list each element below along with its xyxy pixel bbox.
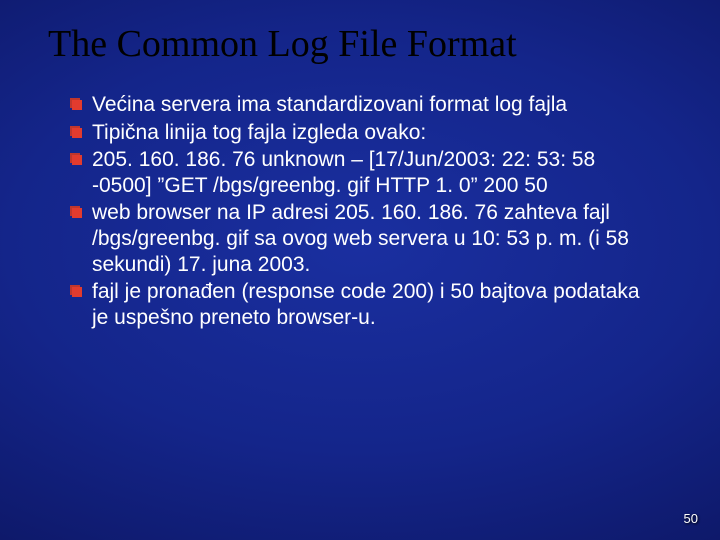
page-number: 50 — [684, 511, 698, 526]
bullet-icon — [70, 98, 82, 110]
bullet-icon — [70, 206, 82, 218]
bullet-icon — [70, 285, 82, 297]
list-item: fajl je pronađen (response code 200) i 5… — [70, 279, 660, 330]
list-item-text: fajl je pronađen (response code 200) i 5… — [92, 279, 660, 330]
slide: The Common Log File Format Većina server… — [0, 0, 720, 540]
list-item-text: Većina servera ima standardizovani forma… — [92, 92, 660, 118]
slide-content: Većina servera ima standardizovani forma… — [0, 74, 720, 330]
bullet-icon — [70, 153, 82, 165]
list-item-text: web browser na IP adresi 205. 160. 186. … — [92, 200, 660, 277]
slide-title: The Common Log File Format — [0, 0, 720, 74]
list-item: Većina servera ima standardizovani forma… — [70, 92, 660, 118]
list-item-text: Tipična linija tog fajla izgleda ovako: — [92, 120, 660, 146]
list-item: Tipična linija tog fajla izgleda ovako: — [70, 120, 660, 146]
list-item-text: 205. 160. 186. 76 unknown – [17/Jun/2003… — [92, 147, 660, 198]
list-item: web browser na IP adresi 205. 160. 186. … — [70, 200, 660, 277]
list-item: 205. 160. 186. 76 unknown – [17/Jun/2003… — [70, 147, 660, 198]
bullet-icon — [70, 126, 82, 138]
